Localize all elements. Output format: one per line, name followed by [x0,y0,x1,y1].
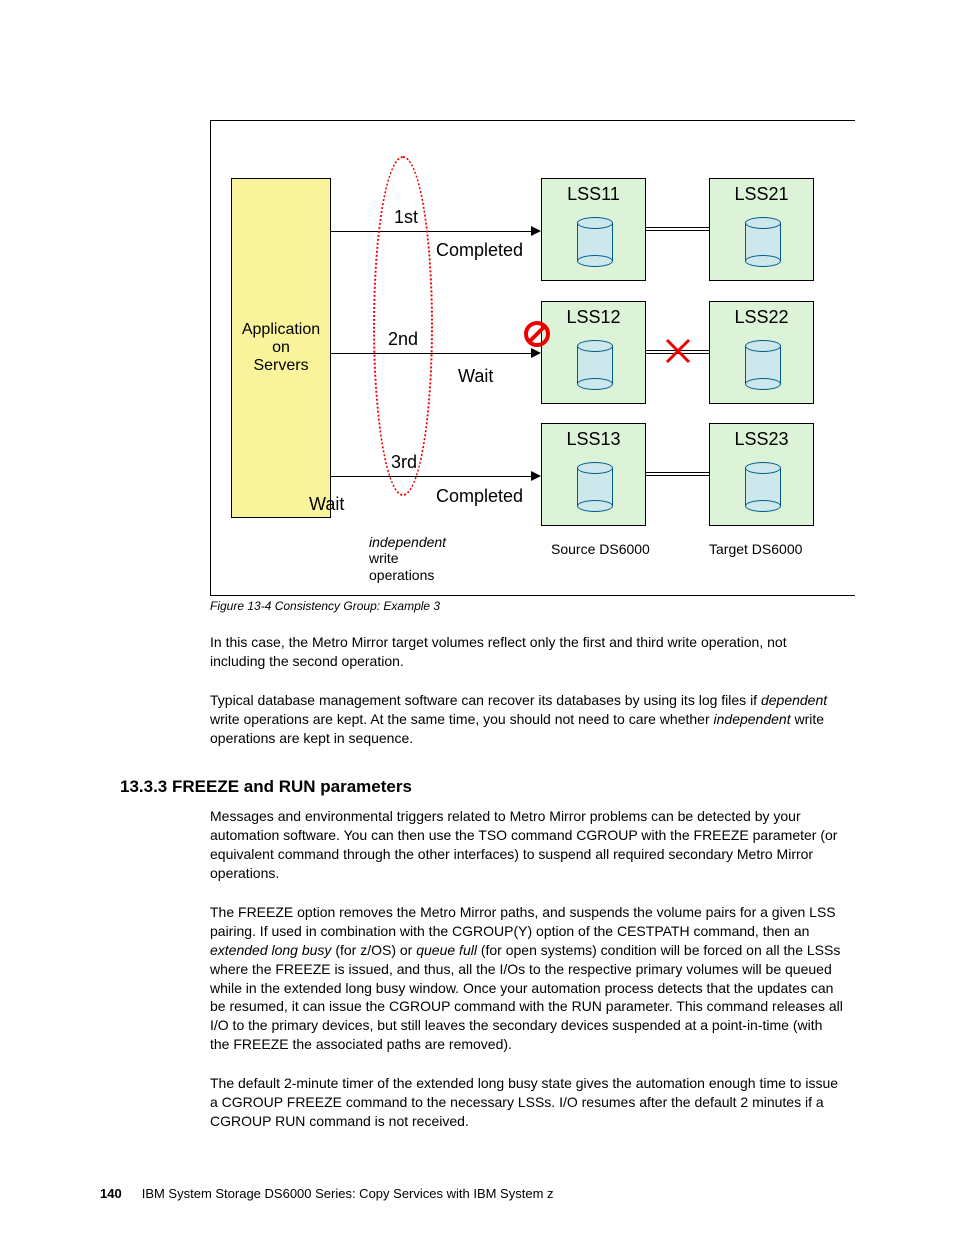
page-footer: 140 IBM System Storage DS6000 Series: Cop… [100,1186,554,1201]
lss23-label: LSS23 [710,429,813,450]
lss22-label: LSS22 [710,307,813,328]
app-label-1: Application [242,321,320,339]
paragraph-1: In this case, the Metro Mirror target vo… [210,633,844,671]
lss22-box: LSS22 [709,301,814,404]
arrow-1 [331,231,531,232]
lss13-box: LSS13 [541,423,646,526]
lss11-box: LSS11 [541,178,646,281]
bottom-wait-label: Wait [309,494,344,515]
target-label: Target DS6000 [709,541,802,557]
cylinder-icon [577,217,613,263]
cylinder-icon [745,340,781,386]
lss23-box: LSS23 [709,423,814,526]
cylinder-icon [577,340,613,386]
write-label: write [369,550,399,566]
lss21-label: LSS21 [710,184,813,205]
arrow-head-icon [531,226,541,236]
status-3-label: Completed [436,486,523,507]
app-label-3: Servers [253,357,308,375]
lss12-label: LSS12 [542,307,645,328]
para2-italic-dependent: dependent [761,692,827,708]
x-mark-icon [665,338,691,364]
arrow-head-icon [531,348,541,358]
application-box: Application on Servers [231,178,331,518]
status-2-label: Wait [458,366,493,387]
paragraph-4: The FREEZE option removes the Metro Mirr… [210,903,844,1054]
status-1-label: Completed [436,240,523,261]
lss12-box: LSS12 [541,301,646,404]
arrow-3 [331,476,531,477]
para4-italic-elb: extended long busy [210,942,331,958]
para2-italic-independent: independent [714,711,791,727]
para4-italic-qf: queue full [416,942,477,958]
cylinder-icon [745,462,781,508]
paragraph-5: The default 2-minute timer of the extend… [210,1074,844,1131]
para2-text-c: write operations are kept. At the same t… [210,711,714,727]
footer-text: IBM System Storage DS6000 Series: Copy S… [142,1186,554,1201]
source-label: Source DS6000 [551,541,650,557]
app-label-2: on [272,339,290,357]
para4-text-c: (for z/OS) or [331,942,416,958]
paragraph-3: Messages and environmental triggers rela… [210,807,844,883]
operations-label: operations [369,567,434,583]
independent-label: independent [369,534,446,550]
prohibited-icon [523,320,551,348]
connector-line [646,472,709,476]
ellipse-icon [373,156,433,496]
cylinder-icon [745,217,781,263]
figure-caption: Figure 13-4 Consistency Group: Example 3 [210,599,854,613]
lss11-label: LSS11 [542,184,645,205]
arrow-head-icon [531,471,541,481]
paragraph-2: Typical database management software can… [210,691,844,748]
para4-text-e: (for open systems) condition will be for… [210,942,843,1052]
section-heading: 13.3.3 FREEZE and RUN parameters [120,777,854,797]
lss21-box: LSS21 [709,178,814,281]
para2-text-a: Typical database management software can… [210,692,761,708]
para4-text-a: The FREEZE option removes the Metro Mirr… [210,904,836,939]
lss13-label: LSS13 [542,429,645,450]
cylinder-icon [577,462,613,508]
figure-container: Application on Servers LSS11 LSS12 LSS13… [210,120,855,595]
page-number: 140 [100,1186,122,1201]
connector-line [646,227,709,231]
